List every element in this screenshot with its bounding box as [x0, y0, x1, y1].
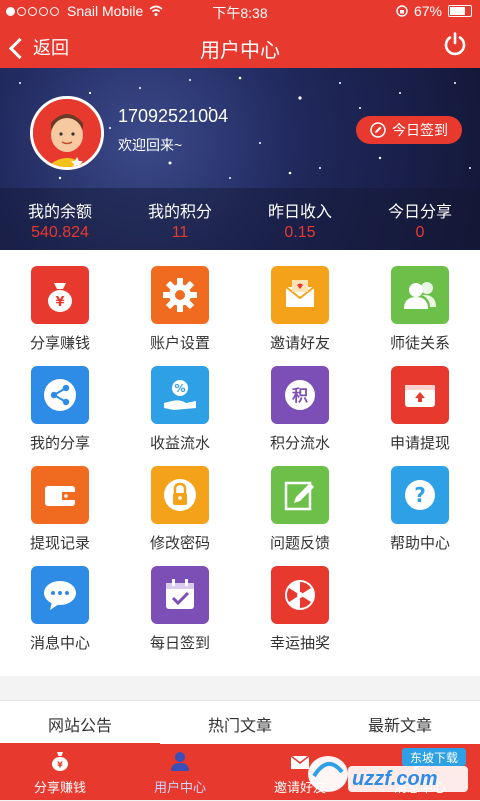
points-icon: 积: [271, 366, 329, 424]
stat-label: 我的余额: [27, 204, 92, 221]
watermark-sub: 东坡下载: [409, 751, 458, 765]
svg-text:¥: ¥: [57, 761, 63, 770]
grid-item-label: 帮助中心: [389, 535, 450, 552]
wheel-icon: [271, 566, 329, 624]
stat-balance[interactable]: 我的余额 540.824: [0, 188, 120, 250]
grid-item-account-settings[interactable]: 账户设置: [120, 250, 240, 352]
watermark-logo: 东坡下载 uzzf.com: [304, 746, 474, 796]
grid-item-label: 消息中心: [29, 635, 90, 652]
stat-value: 11: [171, 224, 189, 241]
svg-text:¥: ¥: [55, 295, 64, 310]
grid-item-daily-signin[interactable]: 每日签到: [120, 550, 240, 652]
grid-item-feedback[interactable]: 问题反馈: [240, 450, 360, 552]
grid-item-points-flow[interactable]: 积 积分流水: [240, 350, 360, 452]
stat-points[interactable]: 我的积分 11: [120, 188, 240, 250]
stat-label: 今日分享: [387, 204, 452, 221]
svg-text:积: 积: [292, 386, 308, 405]
grid-item-invite-friends[interactable]: 邀请好友: [240, 250, 360, 352]
grid-item-income-flow[interactable]: % 收益流水: [120, 350, 240, 452]
user-icon: [171, 752, 189, 771]
signin-label: 今日签到: [392, 122, 448, 138]
power-icon[interactable]: [442, 31, 468, 57]
bottom-tab-share-earn[interactable]: ¥ 分享赚钱: [0, 744, 120, 800]
grid-item-messages[interactable]: 消息中心: [0, 550, 120, 652]
battery-percent: 67%: [413, 3, 442, 19]
help-icon: ?: [391, 466, 449, 524]
stats-row: 我的余额 540.824 我的积分 11 昨日收入 0.15 今日分享 0: [0, 188, 480, 250]
stat-value: 0: [415, 224, 425, 241]
page-title: 用户中心: [200, 40, 280, 62]
stat-label: 昨日收入: [267, 204, 332, 221]
stat-today-shares[interactable]: 今日分享 0: [360, 188, 480, 250]
svg-text:?: ?: [414, 483, 426, 507]
grid-item-withdraw-apply[interactable]: 申请提现: [360, 350, 480, 452]
wallet-icon: [391, 366, 449, 424]
grid-item-withdraw-records[interactable]: 提现记录: [0, 450, 120, 552]
grid-item-my-shares[interactable]: 我的分享: [0, 350, 120, 452]
battery-icon: [448, 5, 472, 17]
stat-value: 540.824: [31, 224, 89, 241]
calendar-check-icon: [151, 566, 209, 624]
watermark-text: uzzf.com: [352, 768, 438, 790]
money-bag-icon: ¥: [52, 752, 68, 771]
pencil-circle-icon: [370, 122, 386, 138]
money-bag-icon: ¥: [31, 266, 89, 324]
welcome-text: 欢迎回来~: [118, 137, 183, 153]
grid-item-label: 幸运抽奖: [269, 635, 330, 652]
gear-icon: [151, 266, 209, 324]
avatar-face-icon: [33, 99, 101, 167]
grid-item-mentor-relation[interactable]: 师徒关系: [360, 250, 480, 352]
edit-icon: [271, 466, 329, 524]
signin-button[interactable]: 今日签到: [356, 116, 462, 144]
grid-item-share-earn[interactable]: ¥ 分享赚钱: [0, 250, 120, 352]
bottom-tab-user-center[interactable]: 用户中心: [120, 744, 240, 800]
lock-icon: [151, 466, 209, 524]
function-grid: ¥ 分享赚钱 账户设置 邀请好友 师徒关系 我的分享 % 收益流水 积 积分流水…: [0, 250, 480, 676]
status-bar: Snail Mobile 下午8:38 67%: [0, 0, 480, 22]
stat-yesterday-income[interactable]: 昨日收入 0.15: [240, 188, 360, 250]
stat-value: 0.15: [284, 224, 316, 241]
svg-text:%: %: [174, 382, 185, 395]
tab-latest-articles[interactable]: 最新文章: [320, 701, 480, 745]
envelope-icon: [271, 266, 329, 324]
chat-icon: [31, 566, 89, 624]
grid-item-lucky-draw[interactable]: 幸运抽奖: [240, 550, 360, 652]
lock-rotation-icon: [396, 5, 408, 17]
grid-item-label: 每日签到: [149, 635, 210, 652]
grid-item-change-password[interactable]: 修改密码: [120, 450, 240, 552]
user-phone: 17092521004: [118, 106, 229, 126]
hand-percent-icon: %: [151, 366, 209, 424]
nav-bar: 返回 用户中心: [0, 22, 480, 68]
grid-item-help-center[interactable]: ? 帮助中心: [360, 450, 480, 552]
avatar[interactable]: [30, 96, 104, 170]
bottom-tab-label: 分享赚钱: [33, 780, 86, 795]
profile-banner: 17092521004 欢迎回来~ 今日签到 我的余额 540.824 我的积分…: [0, 68, 480, 250]
users-icon: [391, 266, 449, 324]
wallet-icon: [31, 466, 89, 524]
stat-label: 我的积分: [147, 204, 212, 221]
share-icon: [31, 366, 89, 424]
article-tabs: 网站公告 热门文章 最新文章: [0, 700, 480, 745]
tab-hot-articles[interactable]: 热门文章: [160, 701, 320, 745]
bottom-tab-label: 用户中心: [153, 780, 206, 795]
tab-announcements[interactable]: 网站公告: [0, 701, 160, 745]
